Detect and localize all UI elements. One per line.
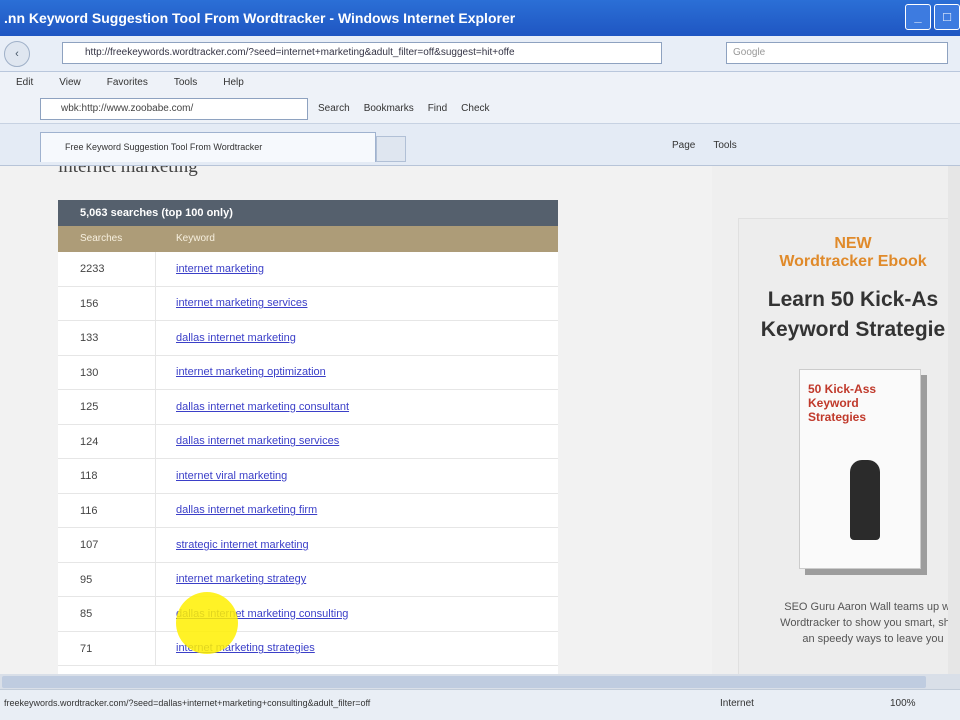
bookmarks-button[interactable]: Bookmarks [364, 98, 414, 120]
url-field[interactable]: http://freekeywords.wordtracker.com/?see… [62, 42, 662, 64]
page-content: internet marketing 5,063 searches (top 1… [0, 166, 960, 674]
ad-pane: NEW Wordtracker Ebook Learn 50 Kick-As K… [712, 166, 960, 674]
searches-cell: 156 [58, 286, 156, 320]
table-row: 133 dallas internet marketing [58, 321, 558, 356]
table-row: 85 dallas internet marketing consulting [58, 597, 558, 632]
menu-favorites[interactable]: Favorites [107, 72, 148, 94]
table-row: 118 internet viral marketing [58, 459, 558, 494]
keyword-link[interactable]: internet marketing strategy [156, 573, 306, 585]
menu-edit[interactable]: Edit [16, 72, 33, 94]
table-title: 5,063 searches (top 100 only) [58, 200, 558, 226]
keyword-link[interactable]: dallas internet marketing [156, 332, 296, 344]
zoom-level[interactable]: 100% [890, 698, 916, 709]
searches-cell: 125 [58, 390, 156, 424]
searches-cell: 85 [58, 597, 156, 631]
security-zone: Internet [720, 698, 754, 709]
scroll-thumb[interactable] [2, 676, 926, 688]
table-row: 156 internet marketing services [58, 286, 558, 321]
page-heading: internet marketing [58, 166, 198, 177]
ad-new-label: NEW [834, 235, 872, 252]
keyword-link[interactable]: internet marketing optimization [156, 366, 326, 378]
mouse-cursor-highlight [176, 592, 238, 654]
table-row: 2233 internet marketing [58, 252, 558, 287]
searches-cell: 124 [58, 424, 156, 458]
keyword-link[interactable]: dallas internet marketing services [156, 435, 339, 447]
col-keyword: Keyword [176, 233, 215, 244]
menu-tools[interactable]: Tools [174, 72, 197, 94]
menu-view[interactable]: View [59, 72, 81, 94]
ebook-ad[interactable]: NEW Wordtracker Ebook Learn 50 Kick-As K… [738, 218, 960, 674]
keyword-table: 5,063 searches (top 100 only) Searches K… [58, 200, 558, 674]
ebook-cover-image[interactable]: 50 Kick-Ass Keyword Strategies [799, 369, 921, 569]
keyword-link[interactable]: internet marketing services [156, 297, 307, 309]
keyword-link[interactable]: internet viral marketing [156, 470, 287, 482]
google-toolbar: wbk:http://www.zoobabe.com/ Search Bookm… [0, 94, 960, 124]
col-searches: Searches [80, 233, 123, 244]
table-header: Searches Keyword [58, 226, 558, 252]
tabs-bar: Free Keyword Suggestion Tool From Wordtr… [0, 124, 960, 166]
ad-title-line1: Learn 50 Kick-As [767, 288, 939, 311]
google-toolbar-items: Search Bookmarks Find Check [318, 98, 490, 120]
table-row: 116 dallas internet marketing firm [58, 493, 558, 528]
google-search-input[interactable]: wbk:http://www.zoobabe.com/ [40, 98, 308, 120]
window-titlebar: .nn Keyword Suggestion Tool From Wordtra… [0, 0, 960, 36]
page-menu[interactable]: Page [672, 134, 695, 158]
table-row: 125 dallas internet marketing consultant [58, 390, 558, 425]
vertical-scrollbar[interactable] [948, 166, 960, 674]
keyword-link[interactable]: dallas internet marketing firm [156, 504, 317, 516]
searches-cell: 130 [58, 355, 156, 389]
searches-cell: 116 [58, 493, 156, 527]
keyword-link[interactable]: internet marketing [156, 263, 264, 275]
google-search-button[interactable]: Search [318, 98, 350, 120]
maximize-button[interactable]: □ [934, 4, 960, 30]
ad-description: SEO Guru Aaron Wall teams up with Wordtr… [780, 601, 960, 645]
searches-cell: 107 [58, 528, 156, 562]
command-bar: Page Tools [672, 134, 737, 158]
keyword-link[interactable]: strategic internet marketing [156, 539, 309, 551]
table-row: 124 dallas internet marketing services [58, 424, 558, 459]
menu-help[interactable]: Help [223, 72, 244, 94]
window-controls: _ □ [905, 4, 960, 30]
book-title: 50 Kick-Ass Keyword Strategies [808, 382, 877, 424]
results-pane: internet marketing 5,063 searches (top 1… [0, 166, 712, 674]
new-tab-button[interactable] [376, 136, 406, 162]
table-row: 107 strategic internet marketing [58, 528, 558, 563]
table-row: 130 internet marketing optimization [58, 355, 558, 390]
table-row: 95 internet marketing strategy [58, 562, 558, 597]
searches-cell: 2233 [58, 252, 156, 286]
check-button[interactable]: Check [461, 98, 489, 120]
search-box[interactable]: Google [726, 42, 948, 64]
searches-cell: 133 [58, 321, 156, 355]
status-bar: freekeywords.wordtracker.com/?seed=dalla… [0, 674, 960, 720]
ad-subtitle: Wordtracker Ebook [779, 253, 927, 270]
searches-cell: 71 [58, 631, 156, 665]
address-bar: ‹ http://freekeywords.wordtracker.com/?s… [0, 36, 960, 72]
searches-cell: 118 [58, 459, 156, 493]
keyword-link[interactable]: internet marketing strategies [156, 642, 315, 654]
searches-cell: 95 [58, 562, 156, 596]
ad-title: Learn 50 Kick-As Keyword Strategie [739, 285, 960, 345]
minimize-button[interactable]: _ [905, 4, 931, 30]
author-photo [850, 460, 880, 540]
find-button[interactable]: Find [428, 98, 447, 120]
active-tab[interactable]: Free Keyword Suggestion Tool From Wordtr… [40, 132, 376, 162]
menu-bar: Edit View Favorites Tools Help [0, 72, 960, 94]
status-link: freekeywords.wordtracker.com/?seed=dalla… [4, 698, 371, 708]
tools-menu[interactable]: Tools [713, 134, 736, 158]
window-title: .nn Keyword Suggestion Tool From Wordtra… [4, 10, 516, 26]
horizontal-scrollbar[interactable] [0, 674, 960, 690]
back-button[interactable]: ‹ [4, 40, 30, 67]
keyword-link[interactable]: dallas internet marketing consultant [156, 401, 349, 413]
ad-title-line2: Keyword Strategie [760, 318, 946, 341]
table-row: 71 internet marketing strategies [58, 631, 558, 666]
